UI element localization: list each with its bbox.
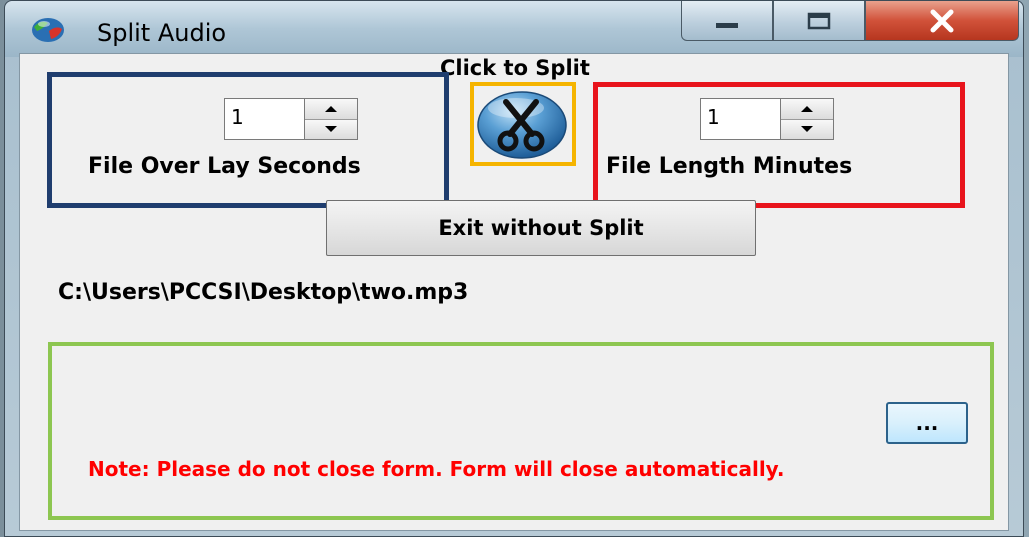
maximize-button[interactable] [773,1,865,41]
file-path-label: C:\Users\PCCSI\Desktop\two.mp3 [58,280,469,305]
maximize-icon [807,12,831,29]
arrow-down-icon [801,126,813,133]
window-title: Split Audio [97,19,227,47]
arrow-up-icon [325,105,337,112]
length-minutes-spinner[interactable]: 1 [700,98,834,140]
length-minutes-input[interactable]: 1 [700,98,780,140]
note-message: Note: Please do not close form. Form wil… [88,457,785,481]
length-minutes-spin-buttons [780,98,834,140]
overlay-seconds-up-button[interactable] [305,99,357,120]
split-audio-window: Split Audio Click to Split 1 File Over L… [4,0,1024,537]
exit-without-split-button[interactable]: Exit without Split [326,200,756,256]
arrow-down-icon [325,126,337,133]
click-to-split-label: Click to Split [440,56,590,80]
form-client-area: Click to Split 1 File Over Lay Seconds 1 [19,53,1009,531]
close-button[interactable] [865,1,1019,41]
length-minutes-label: File Length Minutes [606,154,853,179]
close-icon [930,9,954,32]
status-area-highlight [48,342,994,520]
overlay-seconds-highlight [47,72,449,208]
overlay-seconds-input[interactable]: 1 [224,98,304,140]
length-minutes-up-button[interactable] [781,99,833,120]
minimize-icon [716,22,738,28]
overlay-seconds-spinner[interactable]: 1 [224,98,358,140]
caption-buttons [681,1,1019,43]
split-button-highlight [470,82,576,166]
globe-icon [32,18,64,42]
minimize-button[interactable] [681,1,773,41]
overlay-seconds-spin-buttons [304,98,358,140]
overlay-seconds-down-button[interactable] [305,119,357,139]
title-bar[interactable]: Split Audio [5,1,1023,57]
length-minutes-down-button[interactable] [781,119,833,139]
browse-button[interactable]: ... [886,402,968,444]
overlay-seconds-label: File Over Lay Seconds [88,154,361,179]
arrow-up-icon [801,105,813,112]
